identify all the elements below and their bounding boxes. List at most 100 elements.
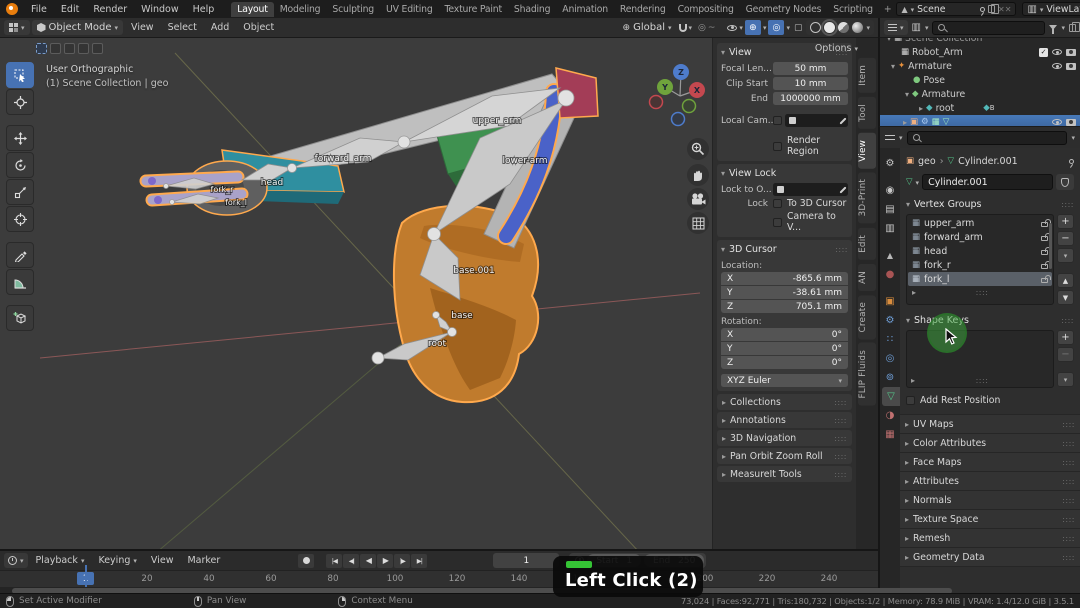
chevron-down-icon[interactable] <box>899 132 903 143</box>
outliner-row-armature-data[interactable]: ◆ Armature <box>880 87 1080 101</box>
vertex-group-item[interactable]: ▦head <box>908 244 1052 258</box>
cursor-rotation-z[interactable]: Z0° <box>721 356 848 369</box>
hide-icon[interactable] <box>1052 63 1062 69</box>
tab-create[interactable]: Create <box>858 295 876 339</box>
breadcrumb-data[interactable]: Cylinder.001 <box>958 156 1018 167</box>
tool-annotate[interactable] <box>6 242 34 268</box>
current-frame-field[interactable]: 1 <box>493 553 559 568</box>
pan-button[interactable] <box>687 164 709 186</box>
tool-scale[interactable] <box>6 179 34 205</box>
play-button[interactable]: ▶ <box>377 554 393 568</box>
toggle-ortho-button[interactable] <box>687 212 709 234</box>
tab-edit[interactable]: Edit <box>858 228 876 260</box>
eyedropper-icon[interactable] <box>839 117 846 124</box>
menu-select[interactable]: Select <box>162 22 203 33</box>
tab-an[interactable]: AN <box>858 264 876 291</box>
tool-transform[interactable] <box>6 206 34 232</box>
zoom-button[interactable] <box>687 138 709 160</box>
panel-normals[interactable]: Normals <box>900 491 1080 510</box>
properties-editor-icon[interactable] <box>885 134 895 142</box>
outliner-row-root[interactable]: ◆ root ◆B <box>880 101 1080 115</box>
datablock-name-field[interactable]: Cylinder.001 <box>922 174 1053 190</box>
collection-chip[interactable] <box>64 43 75 54</box>
workspace-tab-animation[interactable]: Animation <box>556 2 614 17</box>
vertex-group-item-selected[interactable]: ▦fork_l <box>908 272 1052 286</box>
cursor-rotation-y[interactable]: Y0° <box>721 342 848 355</box>
pin-icon[interactable] <box>980 7 985 12</box>
navigation-gizmo[interactable]: Z Y X <box>648 56 712 130</box>
local-camera-field[interactable] <box>785 114 848 127</box>
mode-dropdown[interactable]: Object Mode <box>32 20 124 35</box>
new-scene-icon[interactable] <box>988 5 995 13</box>
collection-chip[interactable] <box>36 43 47 54</box>
expand-icon[interactable] <box>919 103 923 114</box>
eyedropper-icon[interactable] <box>839 186 846 193</box>
focal-length-field[interactable]: 50 mm <box>773 62 848 75</box>
panel-pan-orbit-zoom-roll[interactable]: Pan Orbit Zoom Roll <box>717 448 852 464</box>
chevron-down-icon[interactable] <box>1061 22 1065 33</box>
workspace-tab-shading[interactable]: Shading <box>508 2 556 17</box>
collapse-icon[interactable] <box>721 168 725 179</box>
menu-view[interactable]: View <box>125 22 160 33</box>
jump-to-start-button[interactable]: |◀ <box>326 554 342 568</box>
panel-attributes[interactable]: Attributes <box>900 472 1080 491</box>
properties-search-input[interactable] <box>907 131 1068 145</box>
vertex-group-item[interactable]: ▦forward_arm <box>908 230 1052 244</box>
cursor-location-y[interactable]: Y-38.61 mm <box>721 286 848 299</box>
overlay-dropdown-icon[interactable] <box>786 22 790 33</box>
workspace-tab-compositing[interactable]: Compositing <box>672 2 740 17</box>
workspace-tab-texture-paint[interactable]: Texture Paint <box>439 2 508 17</box>
tab-render-properties[interactable] <box>880 181 900 200</box>
menu-add[interactable]: Add <box>205 22 235 33</box>
tab-material-properties[interactable] <box>880 406 900 425</box>
outliner-row-scene-collection[interactable]: ▦ Scene Collection <box>880 38 1080 45</box>
collapse-icon[interactable] <box>905 89 909 100</box>
tool-move[interactable] <box>6 125 34 151</box>
falloff-curve-icon[interactable]: ~ <box>708 23 716 33</box>
xray-toggle[interactable]: ▢ <box>794 23 803 33</box>
jump-to-end-button[interactable]: ▶| <box>411 554 427 568</box>
tab-view[interactable]: View <box>858 133 876 169</box>
tab-object-properties[interactable] <box>880 292 900 311</box>
panel-view-lock-title[interactable]: View Lock <box>729 168 776 179</box>
gizmo-neg-y-axis[interactable] <box>683 100 696 113</box>
snap-dropdown-icon[interactable] <box>689 22 693 33</box>
tab-object-data-properties[interactable] <box>882 387 900 406</box>
collapse-icon[interactable] <box>721 47 725 58</box>
panel-remesh[interactable]: Remesh <box>900 529 1080 548</box>
shading-dropdown-icon[interactable] <box>866 22 870 33</box>
tab-physics-properties[interactable] <box>880 349 900 368</box>
blender-logo-icon[interactable] <box>6 3 18 15</box>
outliner-editor-type-button[interactable] <box>884 20 908 35</box>
hide-icon[interactable] <box>1052 49 1062 55</box>
menu-marker[interactable]: Marker <box>181 555 226 566</box>
filter-expand-icon[interactable] <box>912 287 916 298</box>
overlays-toggle[interactable]: ◎ <box>768 20 784 35</box>
add-rest-position-checkbox[interactable] <box>906 396 915 405</box>
scene-selector[interactable]: Scene <box>896 2 1016 16</box>
shading-wireframe-button[interactable] <box>810 22 821 33</box>
exclude-checkbox[interactable] <box>1039 48 1048 57</box>
tab-scene-properties[interactable] <box>880 246 900 265</box>
menu-keying[interactable]: Keying <box>92 555 142 566</box>
snap-toggle[interactable] <box>679 24 687 32</box>
editor-type-button[interactable] <box>4 20 30 35</box>
workspace-tab-modeling[interactable]: Modeling <box>274 2 327 17</box>
tab-modifier-properties[interactable] <box>880 311 900 330</box>
tab-particle-properties[interactable] <box>880 330 900 349</box>
outliner-row-pose[interactable]: ● Pose <box>880 73 1080 87</box>
menu-file[interactable]: File <box>24 4 54 15</box>
workspace-tab-layout[interactable]: Layout <box>231 2 273 17</box>
lock-icon[interactable] <box>1041 236 1048 241</box>
gizmos-toggle[interactable]: ⊕ <box>745 20 761 35</box>
timeline-ruler[interactable]: 20 40 60 80 100 120 140 160 180 200 220 … <box>0 570 878 587</box>
panel-texture-space[interactable]: Texture Space <box>900 510 1080 529</box>
panel-annotations[interactable]: Annotations <box>717 412 852 428</box>
tab-flip-fluids[interactable]: FLIP Fluids <box>858 343 876 406</box>
collapse-icon[interactable] <box>891 61 895 72</box>
menu-window[interactable]: Window <box>134 4 185 15</box>
cursor-rotation-x[interactable]: X0° <box>721 328 848 341</box>
tab-world-properties[interactable] <box>880 265 900 284</box>
options-dropdown[interactable]: Options <box>815 43 858 54</box>
menu-edit[interactable]: Edit <box>54 4 86 15</box>
